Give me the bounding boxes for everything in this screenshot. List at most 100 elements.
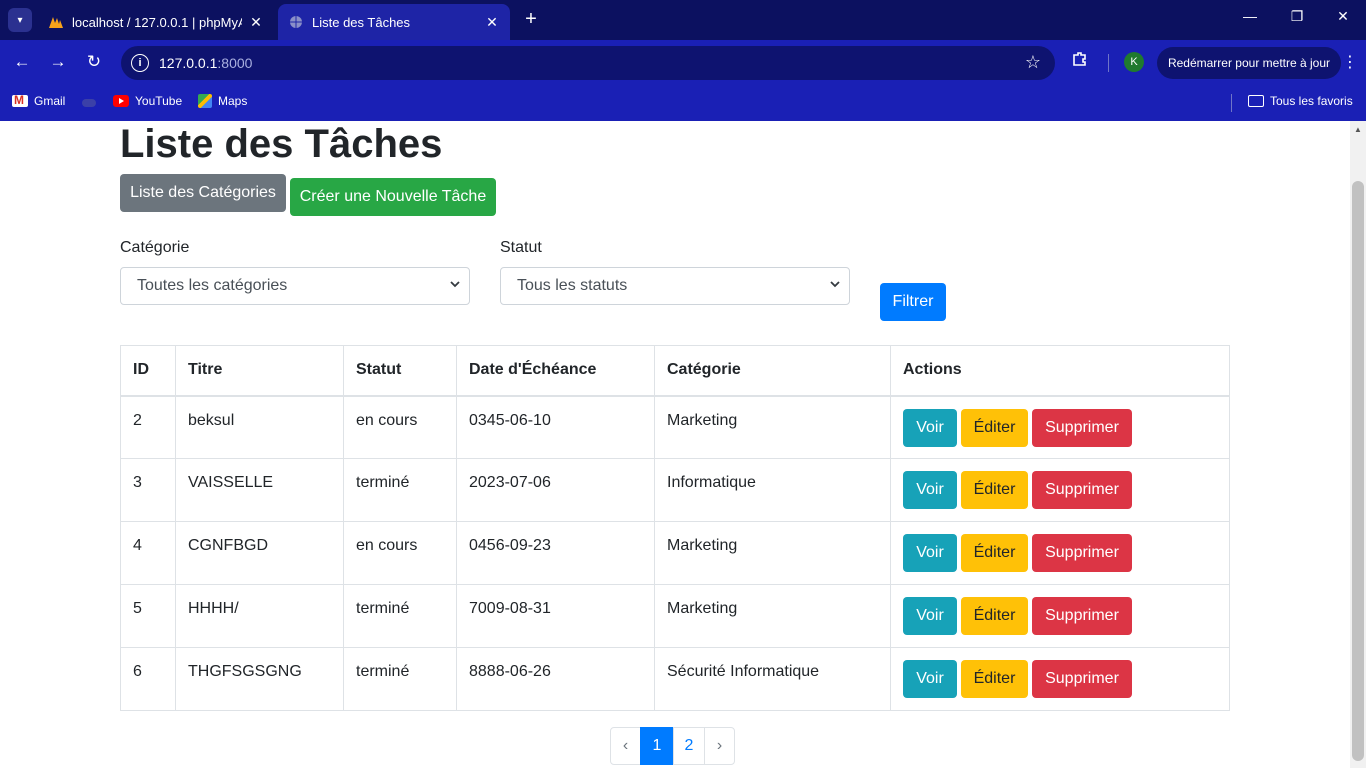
browser-toolbar: ← → ↻ i 127.0.0.1:8000 ☆ K Redémarrer po… <box>0 40 1366 85</box>
page-scrollbar[interactable]: ▲ <box>1350 121 1366 768</box>
new-tab-button[interactable]: + <box>520 8 542 30</box>
all-bookmarks-label: Tous les favoris <box>1270 94 1353 108</box>
gmail-icon <box>12 93 28 107</box>
bookmark-gmail[interactable]: Gmail <box>12 93 66 108</box>
cell-due-date: 7009-08-31 <box>456 584 655 648</box>
tab-title: Liste des Tâches <box>312 14 411 30</box>
cell-actions: Voir Éditer Supprimer <box>890 458 1230 522</box>
cell-status: en cours <box>343 521 457 585</box>
phpmyadmin-icon <box>48 14 64 30</box>
cell-title: VAISSELLE <box>175 458 344 522</box>
scroll-up-icon[interactable]: ▲ <box>1354 125 1362 134</box>
cell-title: CGNFBGD <box>175 521 344 585</box>
cell-id: 4 <box>120 521 176 585</box>
delete-button[interactable]: Supprimer <box>1032 597 1132 635</box>
delete-button[interactable]: Supprimer <box>1032 408 1132 447</box>
cell-status: en cours <box>343 395 457 459</box>
address-url: 127.0.0.1:8000 <box>159 55 252 71</box>
toolbar-divider <box>1108 54 1109 72</box>
view-button[interactable]: Voir <box>903 660 957 698</box>
bookmark-youtube[interactable]: YouTube <box>113 94 182 108</box>
column-header-due-date: Date d'Échéance <box>456 345 655 397</box>
edit-button[interactable]: Éditer <box>961 597 1028 635</box>
cell-due-date: 2023-07-06 <box>456 458 655 522</box>
pagination-next[interactable]: › <box>704 727 735 765</box>
bookmark-maps[interactable]: Maps <box>198 94 247 108</box>
view-button[interactable]: Voir <box>903 597 957 635</box>
close-tab-icon[interactable]: ✕ <box>484 14 500 31</box>
tab-search-button[interactable]: ▾ <box>8 8 32 32</box>
bookmark-unnamed[interactable] <box>82 99 102 107</box>
create-task-button[interactable]: Créer une Nouvelle Tâche <box>290 178 496 216</box>
bookmark-star-icon[interactable]: ☆ <box>1025 52 1041 73</box>
status-select-value: Tous les statuts <box>517 277 628 294</box>
bookmark-label: Gmail <box>34 94 66 108</box>
bookmark-label: YouTube <box>135 94 183 108</box>
cell-title: HHHH/ <box>175 584 344 648</box>
chevron-down-icon <box>830 281 840 288</box>
extensions-icon[interactable] <box>1071 50 1089 73</box>
view-button[interactable]: Voir <box>903 471 957 509</box>
column-header-actions: Actions <box>890 345 1230 397</box>
delete-button[interactable]: Supprimer <box>1032 534 1132 572</box>
reload-icon[interactable]: ↻ <box>82 50 106 74</box>
tab-title: localhost / 127.0.0.1 | phpMyAdmin <box>72 14 242 30</box>
cell-status: terminé <box>343 647 457 711</box>
restore-icon[interactable]: ❐ <box>1285 8 1309 25</box>
column-header-title: Titre <box>175 345 344 397</box>
table-header-row: ID Titre Statut Date d'Échéance Catégori… <box>120 345 1230 397</box>
edit-button[interactable]: Éditer <box>961 471 1028 509</box>
menu-icon[interactable]: ⋮ <box>1342 52 1358 72</box>
view-button[interactable]: Voir <box>903 408 957 447</box>
view-button[interactable]: Voir <box>903 534 957 572</box>
tasks-table: ID Titre Statut Date d'Échéance Catégori… <box>120 345 1230 711</box>
bookmark-label: Maps <box>218 94 248 108</box>
profile-avatar[interactable]: K <box>1124 52 1144 72</box>
table-row: 3 VAISSELLE terminé 2023-07-06 Informatique V… <box>120 458 1230 522</box>
edit-button[interactable]: Éditer <box>961 660 1028 698</box>
close-tab-icon[interactable]: ✕ <box>248 14 264 31</box>
cell-category: Sécurité Informatique <box>654 647 891 711</box>
category-select[interactable]: Toutes les catégories <box>120 267 470 305</box>
cell-category: Marketing <box>654 584 891 648</box>
scrollbar-thumb[interactable] <box>1352 181 1364 761</box>
close-window-icon[interactable]: ✕ <box>1331 8 1355 25</box>
table-row: 2 beksul en cours 0345-06-10 Marketing Voir Éd… <box>120 395 1230 459</box>
back-icon[interactable]: ← <box>10 50 34 74</box>
cell-category: Marketing <box>654 521 891 585</box>
category-select-value: Toutes les catégories <box>137 277 288 294</box>
pagination-page-1[interactable]: 1 <box>640 727 674 765</box>
pagination: ‹ 1 2 › <box>610 727 735 765</box>
tab-liste-des-taches[interactable]: Liste des Tâches ✕ <box>278 4 510 40</box>
minimize-icon[interactable]: — <box>1238 8 1262 24</box>
site-info-icon[interactable]: i <box>131 54 149 72</box>
forward-icon[interactable]: → <box>46 50 70 74</box>
maps-icon <box>198 94 212 108</box>
cell-actions: Voir Éditer Supprimer <box>890 395 1230 459</box>
edit-button[interactable]: Éditer <box>961 534 1028 572</box>
delete-button[interactable]: Supprimer <box>1032 471 1132 509</box>
address-bar[interactable]: i 127.0.0.1:8000 ☆ <box>121 46 1055 80</box>
tab-phpmyadmin[interactable]: localhost / 127.0.0.1 | phpMyAdmin ✕ <box>38 4 274 40</box>
bookmarks-bar: Gmail YouTube Maps Tous les favoris <box>0 85 1366 121</box>
table-row: 5 HHHH/terminé 7009-08-31 Marketing Voir Édit… <box>120 584 1230 648</box>
filter-button[interactable]: Filtrer <box>880 283 946 321</box>
page-viewport: Liste des Tâches Liste des Catégories Cr… <box>0 121 1350 768</box>
table-row: 4 CGNFBGD en cours 0456-09-23 Marketing Voir É… <box>120 521 1230 585</box>
pagination-prev[interactable]: ‹ <box>610 727 641 765</box>
bookmark-icon <box>82 99 96 107</box>
restart-to-update-button[interactable]: Redémarrer pour mettre à jour <box>1157 47 1341 79</box>
cell-due-date: 0456-09-23 <box>456 521 655 585</box>
all-bookmarks-button[interactable]: Tous les favoris <box>1248 94 1353 108</box>
browser-tab-bar: ▾ localhost / 127.0.0.1 | phpMyAdmin ✕ L… <box>0 0 1366 40</box>
pagination-page-2[interactable]: 2 <box>673 727 705 765</box>
address-host: 127.0.0.1 <box>159 55 218 71</box>
edit-button[interactable]: Éditer <box>961 408 1028 447</box>
delete-button[interactable]: Supprimer <box>1032 660 1132 698</box>
cell-id: 6 <box>120 647 176 711</box>
status-select[interactable]: Tous les statuts <box>500 267 850 305</box>
column-header-status: Statut <box>343 345 457 397</box>
youtube-icon <box>113 95 129 107</box>
page-title: Liste des Tâches <box>120 122 443 166</box>
categories-list-button[interactable]: Liste des Catégories <box>120 174 286 212</box>
